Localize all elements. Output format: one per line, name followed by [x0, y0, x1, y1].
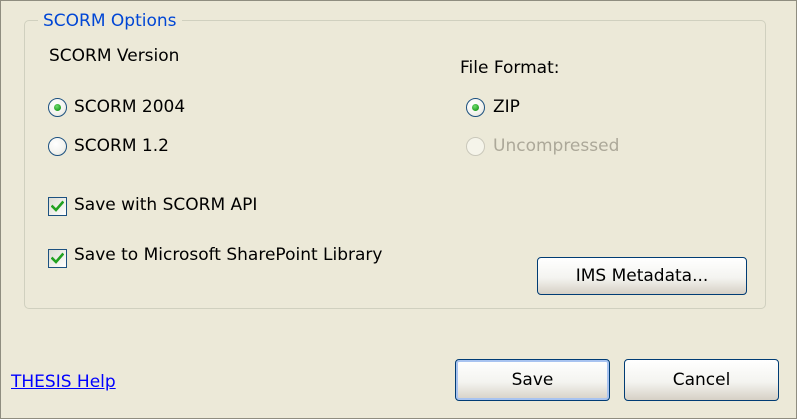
cancel-button[interactable]: Cancel: [624, 359, 779, 401]
scorm-options-dialog: SCORM Options SCORM Version SCORM 2004 S…: [0, 0, 797, 419]
scorm-2004-radio-icon[interactable]: [48, 98, 67, 117]
file-format-label: File Format:: [460, 58, 560, 78]
scorm-1-2-radio-label[interactable]: SCORM 1.2: [74, 135, 169, 157]
checkmark-icon: [51, 200, 64, 212]
save-with-scorm-api-label[interactable]: Save with SCORM API: [74, 194, 257, 216]
ims-metadata-button[interactable]: IMS Metadata...: [537, 257, 747, 295]
checkmark-icon: [51, 252, 64, 264]
save-with-scorm-api-checkbox[interactable]: [48, 197, 67, 216]
save-to-sharepoint-checkbox[interactable]: [48, 249, 67, 268]
save-button[interactable]: Save: [455, 359, 610, 401]
uncompressed-radio-icon: [466, 137, 485, 156]
save-to-sharepoint-label[interactable]: Save to Microsoft SharePoint Library: [74, 244, 382, 266]
scorm-version-label: SCORM Version: [49, 46, 180, 66]
group-title: SCORM Options: [38, 10, 182, 32]
scorm-2004-radio-label[interactable]: SCORM 2004: [74, 96, 185, 118]
zip-radio-icon[interactable]: [466, 98, 485, 117]
scorm-1-2-radio-icon[interactable]: [48, 137, 67, 156]
zip-radio-label[interactable]: ZIP: [493, 96, 520, 118]
uncompressed-radio-label: Uncompressed: [493, 136, 620, 156]
thesis-help-link[interactable]: THESIS Help: [11, 371, 116, 393]
